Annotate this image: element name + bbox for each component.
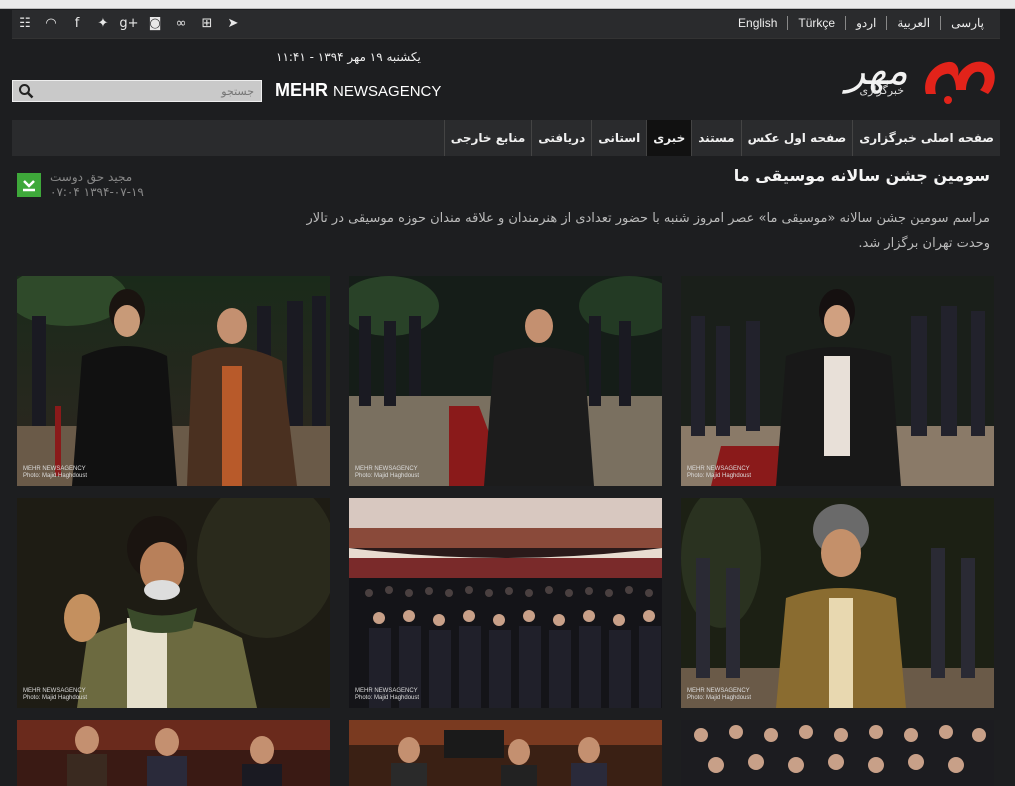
nav-documentary[interactable]: مستند [691,120,740,156]
article-datetime: ۱۳۹۴-۰۷-۱۹ ۰۷:۰۴ [50,185,144,199]
rss-icon[interactable]: ◠ [42,14,60,32]
brand-bold: MEHR [275,80,328,100]
mehr-logo-icon [925,61,995,104]
aparat-icon[interactable]: ∞ [172,14,190,32]
photo-watermark: MEHR NEWSAGENCY Photo: Majid Haghdoust [23,688,88,701]
windows-icon[interactable]: ⊞ [198,14,216,32]
lang-english[interactable]: English [728,16,787,30]
nav-received[interactable]: دریافتی [531,120,591,156]
browser-edge [0,0,1015,9]
nav-home[interactable]: صفحه اصلی خبرگزاری [852,120,1000,156]
nav-provincial[interactable]: استانی [591,120,646,156]
lang-persian[interactable]: پارسی [940,16,994,30]
main-nav: صفحه اصلی خبرگزاری صفحه اول عکس مستند خب… [12,120,1000,156]
instagram-icon[interactable]: ◙ [146,14,164,32]
list-icon[interactable]: ☷ [16,14,34,32]
telegram-icon[interactable]: ➤ [224,14,242,32]
lang-turkish[interactable]: Türkçe [787,16,845,30]
top-bar: ☷ ◠ f ✦ g+ ◙ ∞ ⊞ ➤ English Türkçe اردو ا… [12,10,1000,39]
photo-watermark: MEHR NEWSAGENCY Photo: Majid Haghdoust [687,466,752,479]
author-name: مجید حق دوست [50,170,133,184]
social-links: ☷ ◠ f ✦ g+ ◙ ∞ ⊞ ➤ [16,14,242,32]
gallery-photo[interactable]: MEHR NEWSAGENCY Photo: Majid Haghdoust [17,276,330,486]
nav-photo-front[interactable]: صفحه اول عکس [740,120,853,156]
nav-foreign-sources[interactable]: منابع خارجی [443,120,532,156]
article-title: سومین جشن سالانه موسیقی ما [733,166,990,185]
photo-watermark: MEHR NEWSAGENCY Photo: Majid Haghdoust [23,466,88,479]
language-switcher: English Türkçe اردو العربية پارسی [728,16,994,30]
download-icon[interactable] [17,173,41,197]
photo-watermark: MEHR NEWSAGENCY Photo: Majid Haghdoust [687,688,752,701]
facebook-icon[interactable]: f [68,14,86,32]
current-date: یکشنبه ۱۹ مهر ۱۳۹۴ - ۱۱:۴۱ [276,50,421,64]
gallery-photo[interactable]: MEHR NEWSAGENCY Photo: Majid Haghdoust [17,498,330,708]
twitter-icon[interactable]: ✦ [94,14,112,32]
nav-news[interactable]: خبری [646,120,692,156]
gallery-photo[interactable]: MEHR NEWSAGENCY Photo: Majid Haghdoust [349,276,662,486]
gallery-photo[interactable] [349,720,662,786]
search-box [12,80,262,102]
article-meta: مجید حق دوست ۱۳۹۴-۰۷-۱۹ ۰۷:۰۴ [50,170,170,200]
google-plus-icon[interactable]: g+ [119,14,138,32]
photo-watermark: MEHR NEWSAGENCY Photo: Majid Haghdoust [355,466,420,479]
lang-urdu[interactable]: اردو [845,16,886,30]
gallery-photo[interactable] [681,720,994,786]
site-logo[interactable]: مهر خبرگزاری [780,44,1000,114]
search-icon[interactable] [18,83,34,99]
photo-watermark: MEHR NEWSAGENCY Photo: Majid Haghdoust [355,688,420,701]
brand-name: MEHR NEWSAGENCY [275,80,441,101]
search-input[interactable] [39,82,254,100]
gallery-photo[interactable]: MEHR NEWSAGENCY Photo: Majid Haghdoust [349,498,662,708]
gallery-photo[interactable] [17,720,330,786]
lang-arabic[interactable]: العربية [886,16,940,30]
gallery-photo[interactable]: MEHR NEWSAGENCY Photo: Majid Haghdoust [681,498,994,708]
logo-subtext: خبرگزاری [859,84,904,97]
article-lead: مراسم سومین جشن سالانه «موسیقی ما» عصر ا… [306,211,990,251]
gallery-photo[interactable]: MEHR NEWSAGENCY Photo: Majid Haghdoust [681,276,994,486]
brand-rest: NEWSAGENCY [333,83,442,100]
